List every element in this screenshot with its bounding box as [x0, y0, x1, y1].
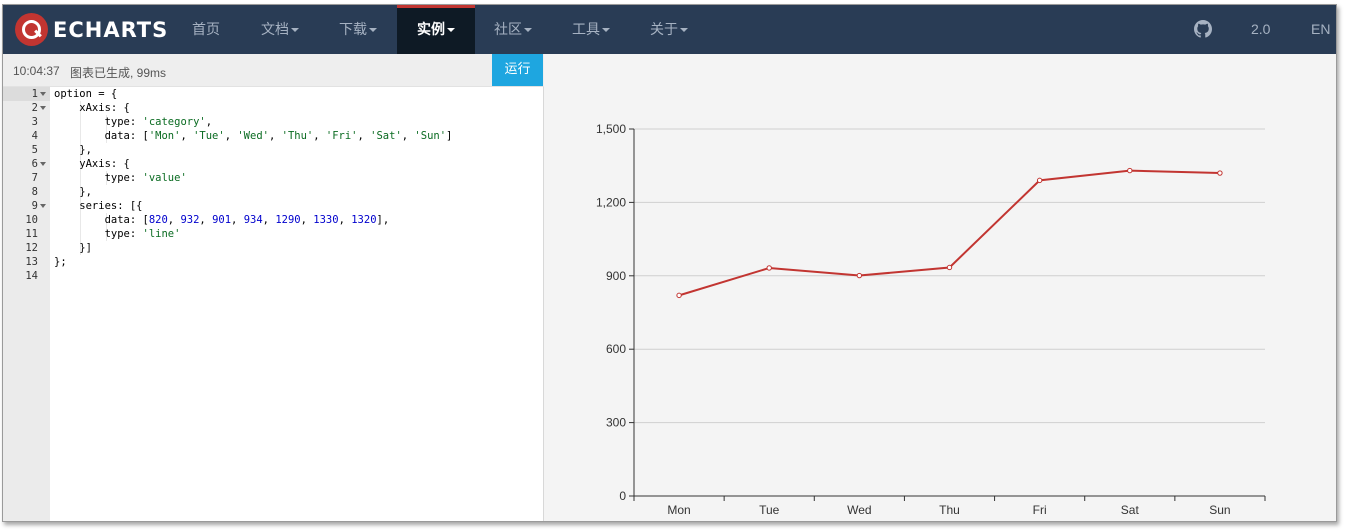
line-number: 10	[25, 214, 38, 226]
line-number: 9	[31, 200, 38, 212]
data-point[interactable]	[676, 292, 682, 299]
chart-panel: 0 300 600 900 1,200 1,500 Mon Tue Wed Thu Fri Sat Su…	[545, 54, 1336, 521]
line-number: 1	[31, 88, 38, 100]
caret-down-icon	[524, 28, 532, 33]
series-line	[678, 169, 1220, 297]
caret-down-icon	[602, 28, 610, 33]
x-tick-label: Sat	[1121, 503, 1140, 517]
code-line: xAxis: {	[54, 102, 130, 114]
fold-arrow-icon[interactable]	[40, 204, 46, 208]
line-number: 11	[25, 228, 38, 240]
x-tick-label: Sun	[1209, 503, 1230, 517]
line-number: 6	[31, 158, 38, 170]
y-tick-label: 300	[606, 416, 626, 430]
y-tick-label: 900	[606, 269, 626, 283]
data-point[interactable]	[1127, 167, 1133, 174]
line-number-gutter: 1 2 3 4 5 6 7 8 9 10 11 12 13 14	[3, 87, 50, 521]
x-tick-label: Thu	[939, 503, 960, 517]
code-line: },	[54, 144, 92, 156]
x-tick-label: Mon	[667, 503, 690, 517]
code-panel: 10:04:37 图表已生成, 99ms 运行 1 2 3 4 5 6 7 8 9 10 11 12 1…	[3, 54, 544, 521]
logo-text: ECHARTS	[53, 17, 169, 42]
nav-item-label: 关于	[650, 21, 678, 37]
code-line: type: 'value'	[54, 172, 187, 184]
fold-arrow-icon[interactable]	[40, 92, 46, 96]
y-tick-label: 0	[619, 489, 626, 503]
nav-item-community[interactable]: 社区	[481, 5, 545, 54]
nav-item-docs[interactable]: 文档	[248, 5, 312, 54]
code-line: option = {	[54, 88, 118, 100]
echarts-logo-icon	[15, 13, 48, 46]
language-switch[interactable]: EN	[1311, 5, 1330, 54]
editor-toolbar: 10:04:37 图表已生成, 99ms 运行	[3, 54, 544, 87]
version-link[interactable]: 2.0	[1251, 5, 1270, 54]
x-tick-label: Tue	[759, 503, 780, 517]
code-line: };	[54, 256, 67, 268]
line-number: 7	[31, 172, 38, 184]
caret-down-icon	[291, 28, 299, 33]
nav-item-tools[interactable]: 工具	[559, 5, 623, 54]
y-tick-label: 1,200	[596, 195, 626, 209]
y-tick-label: 1,500	[596, 122, 626, 136]
caret-down-icon	[447, 28, 455, 33]
nav-item-label: 首页	[192, 21, 220, 37]
code-line: data: ['Mon', 'Tue', 'Wed', 'Thu', 'Fri'…	[54, 130, 453, 142]
data-point[interactable]	[856, 272, 863, 279]
app-window: ECHARTS 首页 文档 下载 实例 社区 工具 关于 2.0 EN 10:0…	[2, 4, 1337, 522]
fold-arrow-icon[interactable]	[40, 162, 46, 166]
code-editor[interactable]: 1 2 3 4 5 6 7 8 9 10 11 12 13 14 option = { xAxis: { …	[3, 87, 544, 521]
line-chart: 0 300 600 900 1,200 1,500 Mon Tue Wed Thu Fri Sat Su…	[596, 122, 1266, 517]
nav-item-label: 下载	[339, 21, 367, 37]
nav-item-about[interactable]: 关于	[637, 5, 701, 54]
caret-down-icon	[680, 28, 688, 33]
code-line: type: 'category',	[54, 116, 213, 128]
code-line: },	[54, 186, 92, 198]
data-point[interactable]	[946, 264, 953, 271]
run-button[interactable]: 运行	[492, 54, 543, 86]
y-tick-label: 600	[606, 342, 626, 356]
nav-item-home[interactable]: 首页	[179, 5, 233, 54]
line-number: 2	[31, 102, 38, 114]
fold-arrow-icon[interactable]	[40, 106, 46, 110]
nav-item-label: 社区	[494, 21, 522, 37]
line-number: 4	[31, 130, 38, 142]
x-tick-label: Wed	[847, 503, 871, 517]
nav-item-examples[interactable]: 实例	[397, 5, 475, 54]
caret-down-icon	[369, 28, 377, 33]
data-point[interactable]	[766, 265, 772, 271]
code-line: type: 'line'	[54, 228, 181, 240]
data-point[interactable]	[1217, 170, 1223, 176]
x-tick-label: Fri	[1033, 503, 1047, 517]
line-number: 5	[31, 144, 38, 156]
code-line: series: [{	[54, 200, 143, 212]
nav-item-label: 工具	[572, 21, 600, 37]
code-line: }]	[54, 242, 92, 254]
line-number: 12	[25, 242, 38, 254]
data-point[interactable]	[1036, 177, 1043, 184]
top-navbar: ECHARTS 首页 文档 下载 实例 社区 工具 关于 2.0 EN	[3, 5, 1336, 54]
code-line: yAxis: {	[54, 158, 130, 170]
nav-item-label: 实例	[417, 21, 445, 37]
line-number: 8	[31, 186, 38, 198]
line-number: 3	[31, 116, 38, 128]
line-number: 13	[25, 256, 38, 268]
echarts-logo[interactable]: ECHARTS	[15, 13, 168, 46]
nav-item-label: 文档	[261, 21, 289, 37]
status-time: 10:04:37	[13, 64, 60, 78]
code-line: data: [820, 932, 901, 934, 1290, 1330, 1…	[54, 214, 390, 226]
line-number: 14	[25, 270, 38, 282]
github-icon[interactable]	[1194, 20, 1212, 38]
status-message: 图表已生成, 99ms	[70, 66, 167, 80]
nav-item-download[interactable]: 下载	[326, 5, 390, 54]
